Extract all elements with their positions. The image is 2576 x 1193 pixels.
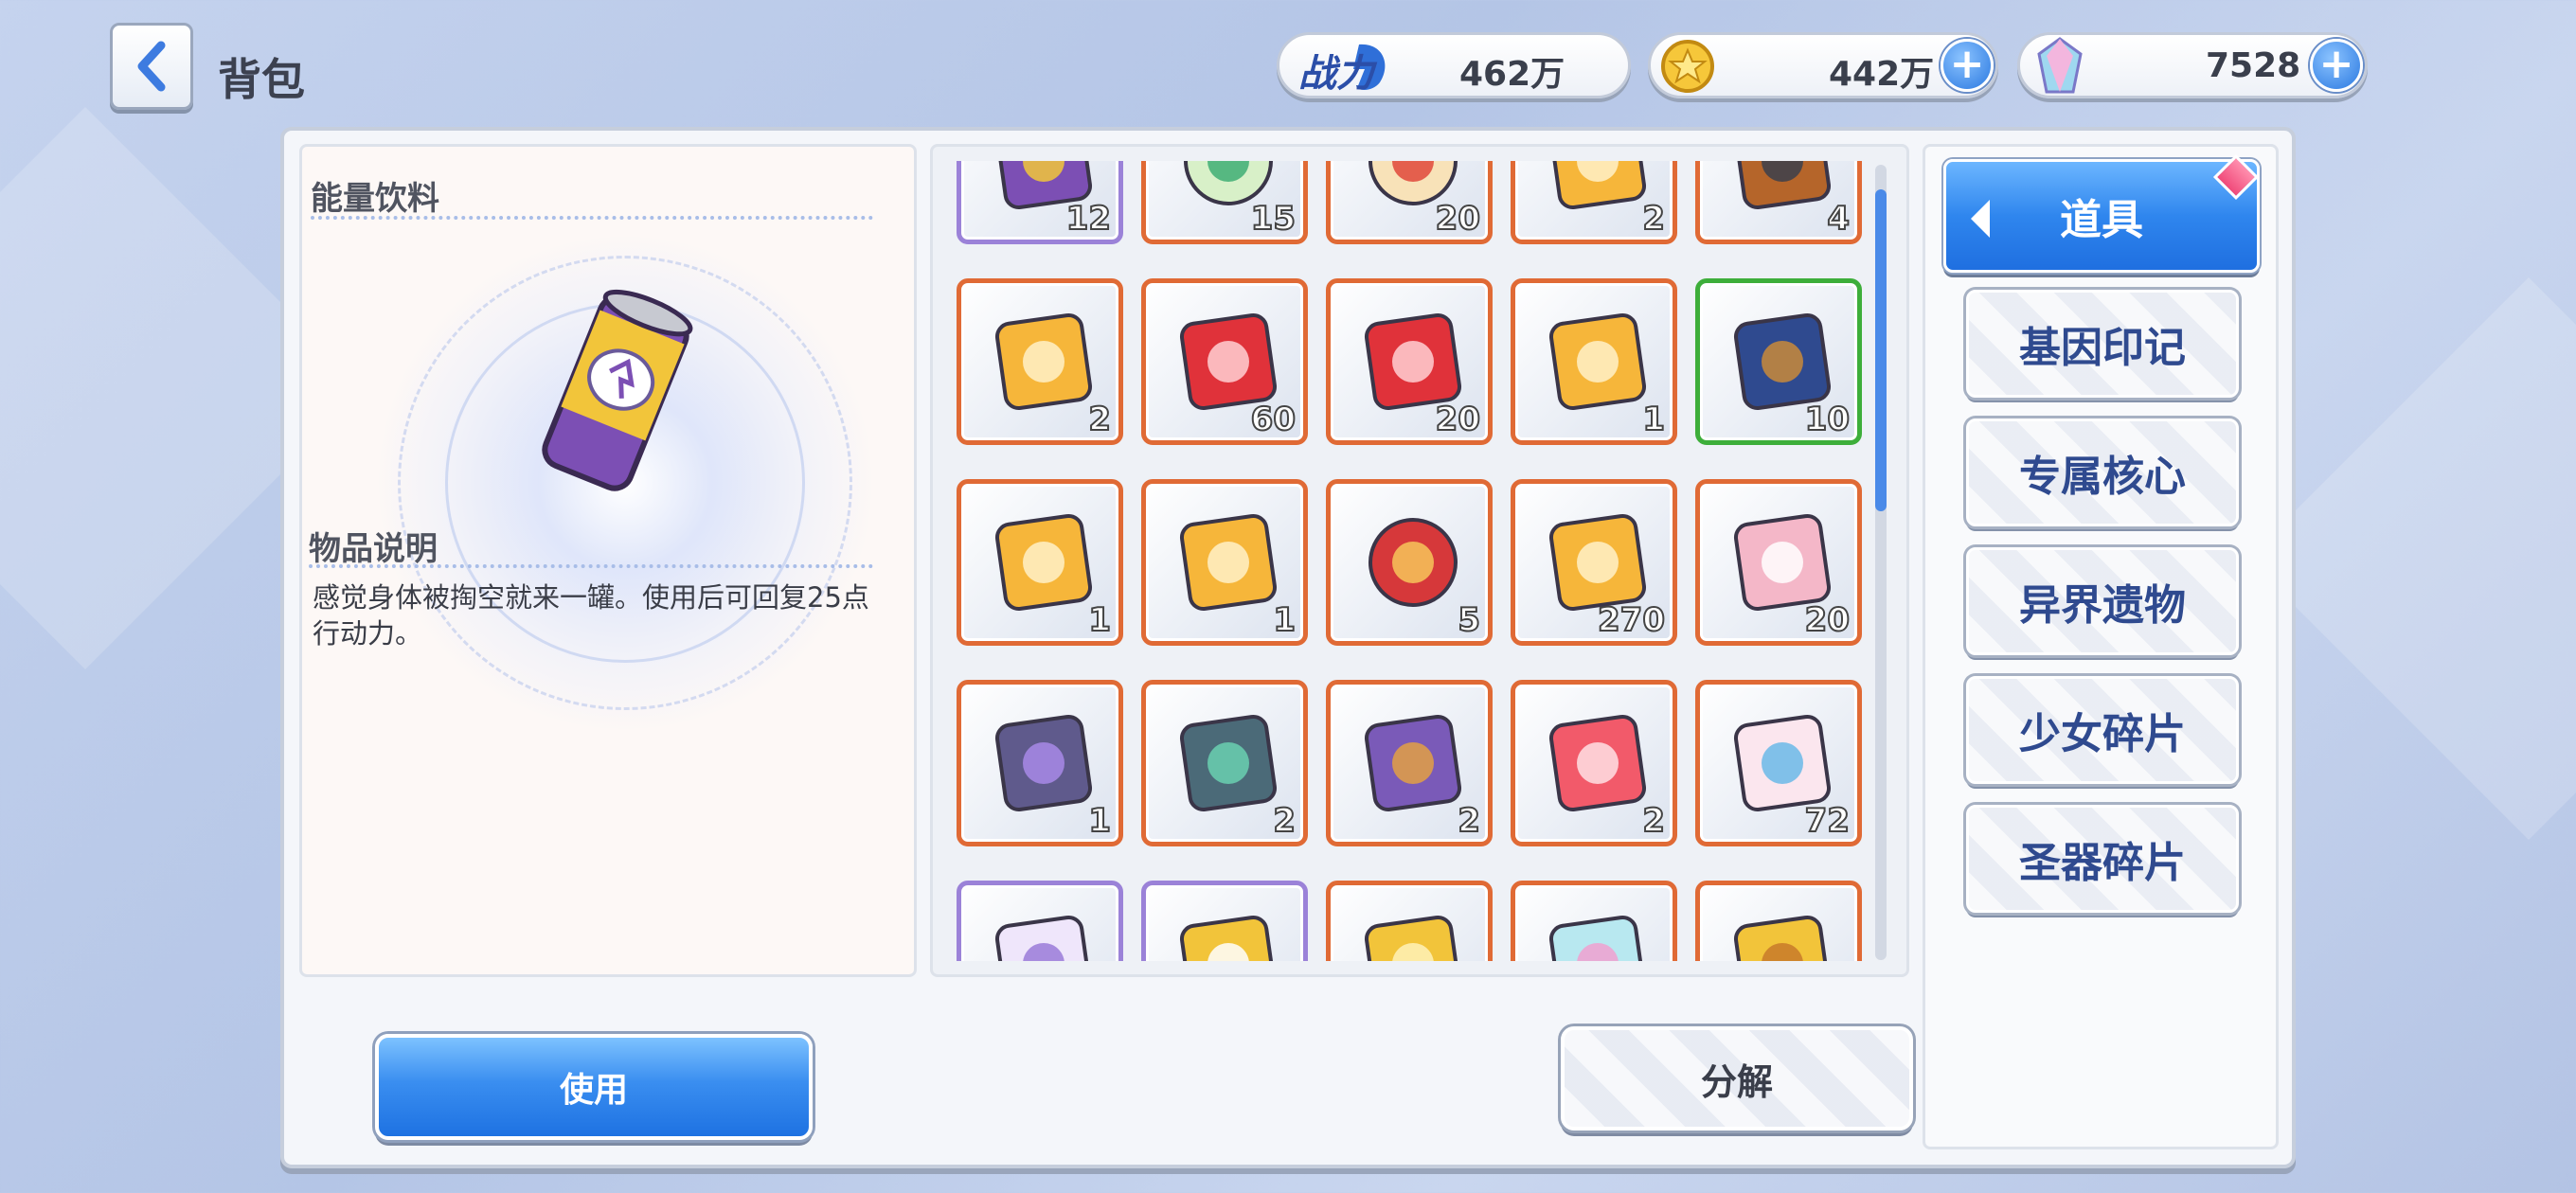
gold-crystal-cube-icon xyxy=(1548,312,1647,411)
inventory-slot[interactable]: 60 xyxy=(1141,278,1308,445)
gem-value: 7528 xyxy=(2206,46,2301,85)
inventory-slot[interactable]: 2 xyxy=(1141,680,1308,846)
inventory-slot[interactable]: 2 xyxy=(957,278,1123,445)
back-button[interactable] xyxy=(110,23,193,110)
tab-otherworld-relic[interactable]: 异界遗物 xyxy=(1966,547,2239,655)
gold-display: 442万 + xyxy=(1648,32,1998,98)
inventory-slot[interactable]: 20 xyxy=(1326,161,1493,244)
gem-icon xyxy=(2037,37,2083,94)
background-shape xyxy=(2247,277,2576,840)
item-quantity: 2 xyxy=(1641,801,1666,841)
item-quantity: 20 xyxy=(1435,400,1481,439)
inventory-slot[interactable]: 2 xyxy=(1326,680,1493,846)
inventory-slot[interactable] xyxy=(1326,881,1493,961)
tab-gene-imprint[interactable]: 基因印记 xyxy=(1966,290,2239,398)
treasure-chest-icon xyxy=(1733,161,1832,210)
rainbow-ticket-icon xyxy=(1548,915,1647,961)
divider xyxy=(311,216,873,220)
inventory-slot[interactable]: 72 xyxy=(1695,680,1862,846)
inventory-slot[interactable]: 2 xyxy=(1511,680,1677,846)
inventory-slot[interactable]: 2 xyxy=(1511,161,1677,244)
inventory-slot[interactable]: 4 xyxy=(1695,161,1862,244)
item-quantity: 1 xyxy=(1087,801,1112,841)
item-description: 感觉身体被掏空就来一罐。使用后可回复25点行动力。 xyxy=(313,581,869,650)
item-name: 能量饮料 xyxy=(311,180,439,218)
item-quantity: 5 xyxy=(1457,600,1481,640)
item-quantity: 12 xyxy=(1065,199,1112,239)
item-quantity: 10 xyxy=(1804,400,1851,439)
inventory-slot[interactable]: 20 xyxy=(1326,278,1493,445)
gold-crystal-cube-icon xyxy=(994,312,1093,411)
item-quantity: 60 xyxy=(1250,400,1297,439)
smile-ticket-icon xyxy=(994,915,1093,961)
item-quantity: 2 xyxy=(1087,400,1112,439)
item-quantity: 1 xyxy=(1641,400,1666,439)
inventory-slot[interactable] xyxy=(957,881,1123,961)
sword-card-icon xyxy=(1733,915,1832,961)
item-quantity: 2 xyxy=(1457,801,1481,841)
page-title: 背包 xyxy=(218,54,305,105)
dna-card-icon xyxy=(1179,915,1278,961)
power-value: 462万 xyxy=(1459,55,1565,94)
purple-gem-box-icon xyxy=(994,714,1093,812)
inventory-slot[interactable] xyxy=(1511,881,1677,961)
scrollbar-thumb[interactable] xyxy=(1875,189,1887,511)
tab-girl-fragments[interactable]: 少女碎片 xyxy=(1966,676,2239,784)
gold-crystal-cube-icon xyxy=(994,513,1093,612)
item-quantity: 1 xyxy=(1087,600,1112,640)
inventory-slot[interactable]: 12 xyxy=(957,161,1123,244)
inventory-slot[interactable]: 5 xyxy=(1326,479,1493,646)
use-button[interactable]: 使用 xyxy=(375,1034,813,1140)
item-grid[interactable]: 12 15 20 2 4 2 60 20 1 10 1 1 5 270 20 1 2 2 2 72 xyxy=(947,161,1879,961)
tab-label: 道具 xyxy=(2060,196,2143,244)
inventory-slot[interactable]: 1 xyxy=(1141,479,1308,646)
red-lucky-bag-icon xyxy=(1368,518,1458,607)
green-gem-box-icon xyxy=(1179,714,1278,812)
tab-artifact-fragments[interactable]: 圣器碎片 xyxy=(1966,805,2239,913)
gold-value: 442万 xyxy=(1829,55,1935,94)
item-quantity: 270 xyxy=(1597,600,1666,640)
add-gem-button[interactable]: + xyxy=(2310,39,2363,92)
inventory-slot[interactable]: 10 xyxy=(1695,278,1862,445)
caret-left-icon xyxy=(1971,200,1990,238)
gold-crystal-cube-icon xyxy=(1179,513,1278,612)
add-gold-button[interactable]: + xyxy=(1941,39,1994,92)
gold-coin-icon xyxy=(1661,40,1714,93)
chevron-left-icon xyxy=(137,41,166,92)
inventory-slot[interactable]: 1 xyxy=(957,680,1123,846)
power-display: 战力 462万 xyxy=(1277,32,1631,98)
inventory-slot[interactable] xyxy=(1141,881,1308,961)
gold-card-icon xyxy=(1364,915,1462,961)
energy-drink-icon xyxy=(542,289,693,491)
gold-crystal-cube-icon xyxy=(1548,161,1647,210)
divider xyxy=(309,564,873,568)
smile-gift-basket-icon xyxy=(1364,714,1462,812)
item-quantity: 15 xyxy=(1250,199,1297,239)
item-quantity: 2 xyxy=(1641,199,1666,239)
item-quantity: 20 xyxy=(1435,199,1481,239)
item-quantity: 4 xyxy=(1826,199,1851,239)
item-quantity: 20 xyxy=(1804,600,1851,640)
inventory-slot[interactable]: 1 xyxy=(1511,278,1677,445)
item-quantity: 72 xyxy=(1804,801,1851,841)
inventory-slot[interactable]: 15 xyxy=(1141,161,1308,244)
inventory-slot[interactable]: 20 xyxy=(1695,479,1862,646)
power-label: 战力 xyxy=(1298,52,1374,96)
description-title: 物品说明 xyxy=(309,530,438,568)
inventory-slot[interactable]: 270 xyxy=(1511,479,1677,646)
item-quantity: 1 xyxy=(1272,600,1297,640)
item-quantity: 2 xyxy=(1272,801,1297,841)
red-ticket-icon xyxy=(1548,714,1647,812)
tab-exclusive-core[interactable]: 专属核心 xyxy=(1966,418,2239,526)
decompose-button[interactable]: 分解 xyxy=(1561,1026,1913,1131)
gem-display: 7528 + xyxy=(2017,32,2368,98)
tab-items[interactable]: 道具 xyxy=(1943,159,2260,273)
inventory-slot[interactable]: 1 xyxy=(957,479,1123,646)
inventory-slot[interactable] xyxy=(1695,881,1862,961)
